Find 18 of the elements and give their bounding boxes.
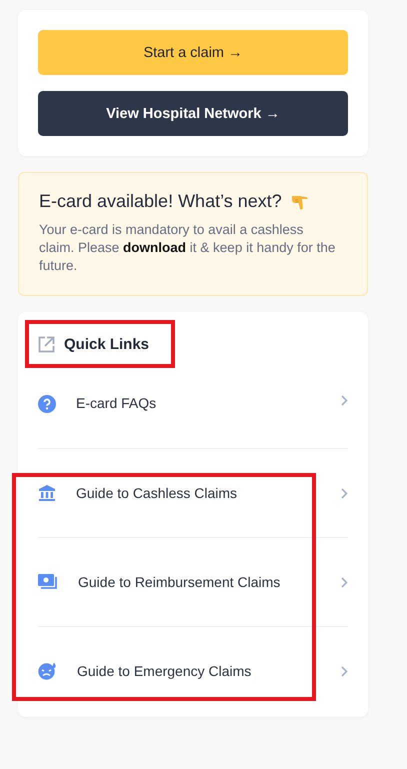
start-claim-button[interactable]: Start a claim →	[38, 30, 348, 75]
hospital-network-button[interactable]: View Hospital Network →	[38, 91, 348, 136]
quick-link[interactable]: E-card FAQs	[76, 395, 341, 411]
help-icon	[38, 395, 56, 413]
chevron-right-icon	[341, 395, 348, 406]
sad-face-icon	[38, 662, 57, 680]
quick-link[interactable]: Guide to Emergency Claims	[77, 663, 341, 679]
bank-icon	[38, 484, 56, 502]
notice-text: Your e-card is mandatory to avail a cashless claim. Please download it & keep it handy for the future.	[39, 221, 336, 275]
chevron-right-icon	[341, 488, 348, 498]
money-icon	[38, 574, 58, 590]
quick-link[interactable]: Guide to Cashless Claims	[76, 485, 341, 501]
external-link-icon	[38, 336, 55, 352]
chevron-right-icon	[341, 666, 348, 676]
notice-title: E-card available! What’s next?	[39, 191, 282, 212]
quick-link[interactable]: Guide to Reimbursement Claims	[78, 574, 341, 590]
chevron-right-icon	[341, 576, 348, 588]
section-title: Quick Links	[64, 336, 150, 352]
